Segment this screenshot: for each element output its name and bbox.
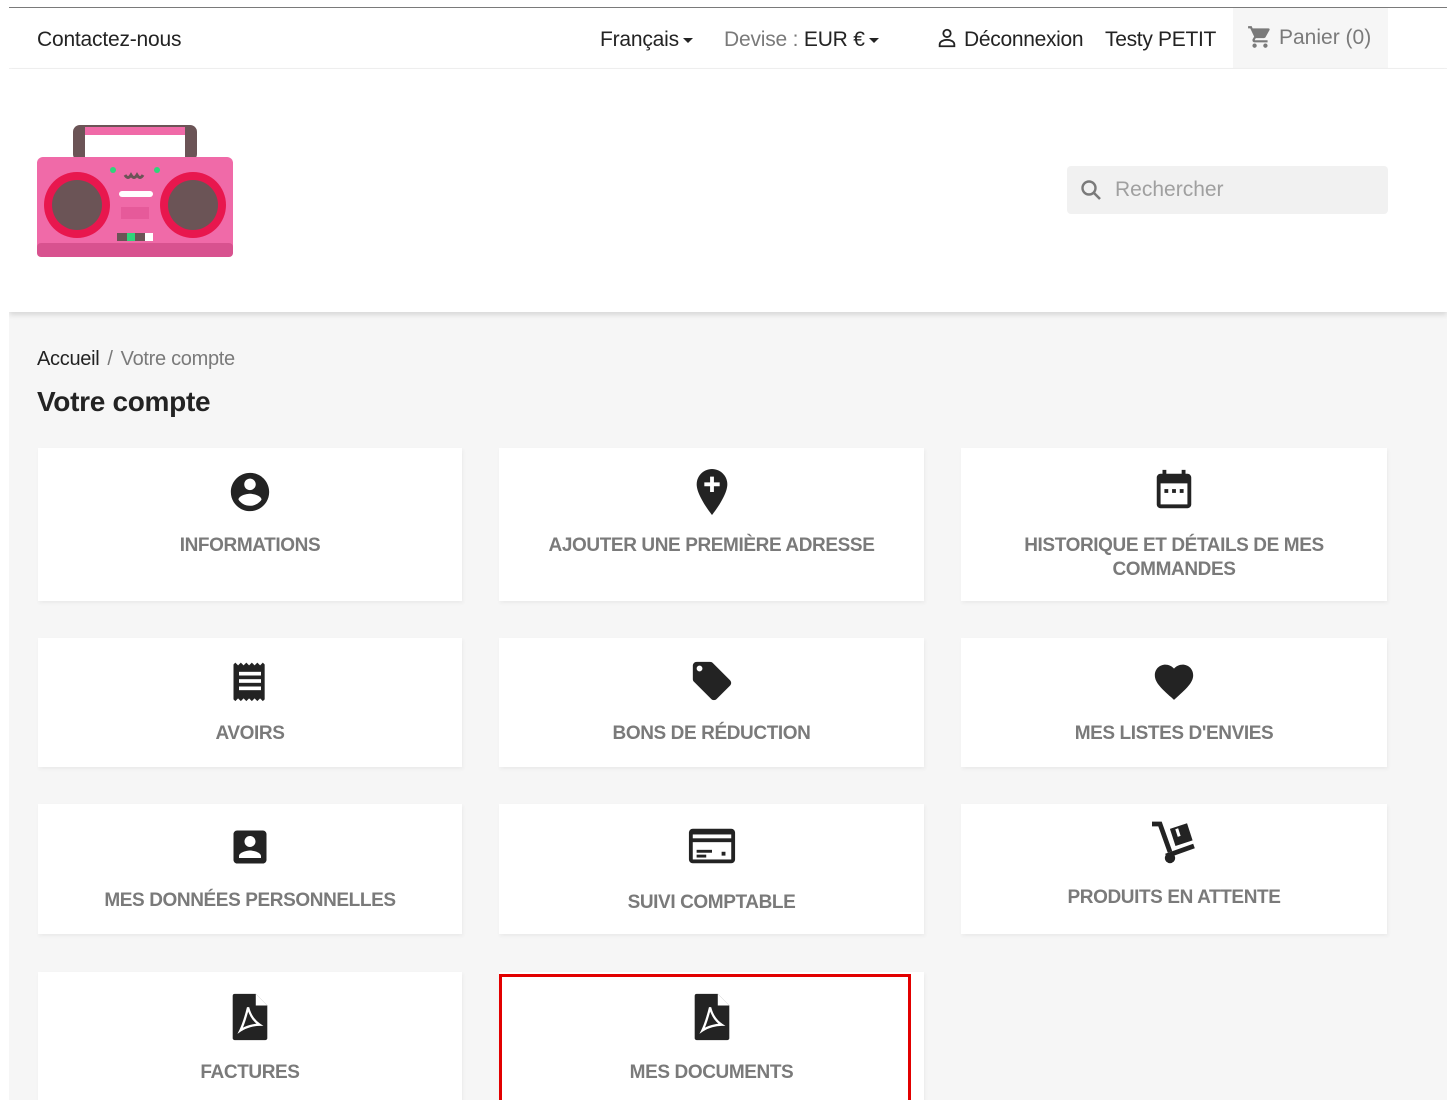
account-box-icon [38, 825, 462, 869]
tile-my-documents[interactable]: MES DOCUMENTS [499, 972, 924, 1100]
tile-label: PRODUITS EN ATTENTE [1067, 887, 1281, 908]
account-circle-icon [38, 469, 462, 515]
user-icon [938, 28, 956, 48]
tile-label: INFORMATIONS [179, 535, 321, 556]
search-box [1067, 166, 1388, 214]
tile-wishlists[interactable]: MES LISTES D'ENVIES [961, 638, 1387, 767]
cart-icon [1248, 26, 1270, 48]
search-icon[interactable] [1079, 178, 1103, 202]
tag-icon [499, 658, 924, 704]
language-selector[interactable]: Français [600, 28, 693, 52]
tile-invoices[interactable]: FACTURES [38, 972, 462, 1100]
tile-pending-products[interactable]: PRODUITS EN ATTENTE [961, 804, 1387, 934]
boombox-logo[interactable] [37, 123, 233, 262]
tile-label: AVOIRS [215, 723, 285, 744]
breadcrumb-current: Votre compte [120, 348, 236, 370]
pdf-icon [38, 992, 462, 1042]
header [9, 69, 1447, 312]
tile-label: SUIVI COMPTABLE [627, 892, 796, 913]
page-title: Votre compte [37, 386, 211, 417]
contact-link[interactable]: Contactez-nous [37, 28, 181, 52]
tile-accounting[interactable]: SUIVI COMPTABLE [499, 804, 924, 934]
tile-label: BONS DE RÉDUCTION [612, 723, 811, 744]
currency-value: EUR € [803, 28, 865, 51]
tile-order-history[interactable]: HISTORIQUE ET DÉTAILS DE MES COMMANDES [961, 448, 1387, 601]
add-location-icon [499, 467, 924, 517]
tile-informations[interactable]: INFORMATIONS [38, 448, 462, 601]
logout-link[interactable]: Déconnexion [936, 27, 1084, 52]
page: Contactez-nous Français Devise : EUR € D… [9, 7, 1447, 1100]
credit-card-icon [499, 826, 924, 866]
currency-selector[interactable]: Devise : EUR € [724, 28, 879, 52]
tile-vouchers[interactable]: BONS DE RÉDUCTION [499, 638, 924, 767]
tile-label: AJOUTER UNE PREMIÈRE ADRESSE [548, 535, 875, 556]
tile-label: MES DOCUMENTS [629, 1062, 794, 1083]
tile-personal-data[interactable]: MES DONNÉES PERSONNELLES [38, 804, 462, 934]
main-content: Accueil / Votre compte Votre compte INFORM… [9, 312, 1447, 1100]
caret-down-icon [682, 37, 693, 43]
caret-down-icon [868, 37, 879, 43]
search-input[interactable] [1115, 166, 1375, 214]
top-nav: Contactez-nous Français Devise : EUR € D… [9, 8, 1447, 69]
cart-button[interactable]: Panier (0) [1233, 8, 1388, 68]
pdf-icon [499, 992, 924, 1042]
breadcrumb: Accueil / Votre compte [37, 348, 235, 371]
tile-label: FACTURES [200, 1062, 300, 1083]
receipt-icon [38, 658, 462, 704]
cart-label: Panier (0) [1279, 26, 1372, 49]
breadcrumb-home[interactable]: Accueil [37, 348, 100, 370]
tile-label: HISTORIQUE ET DÉTAILS DE MES COMMANDES [1024, 535, 1324, 580]
account-name-link[interactable]: Testy PETIT [1105, 28, 1216, 52]
currency-label: Devise : [724, 28, 799, 51]
tile-add-address[interactable]: AJOUTER UNE PREMIÈRE ADRESSE [499, 448, 924, 601]
tile-label: MES DONNÉES PERSONNELLES [104, 890, 396, 911]
heart-icon [961, 658, 1387, 702]
tile-avoirs[interactable]: AVOIRS [38, 638, 462, 767]
language-label: Français [600, 28, 679, 51]
breadcrumb-separator: / [107, 348, 113, 370]
tile-label: MES LISTES D'ENVIES [1074, 723, 1274, 744]
calendar-icon [961, 468, 1387, 514]
logout-label: Déconnexion [964, 28, 1084, 51]
dolly-icon [961, 818, 1387, 866]
